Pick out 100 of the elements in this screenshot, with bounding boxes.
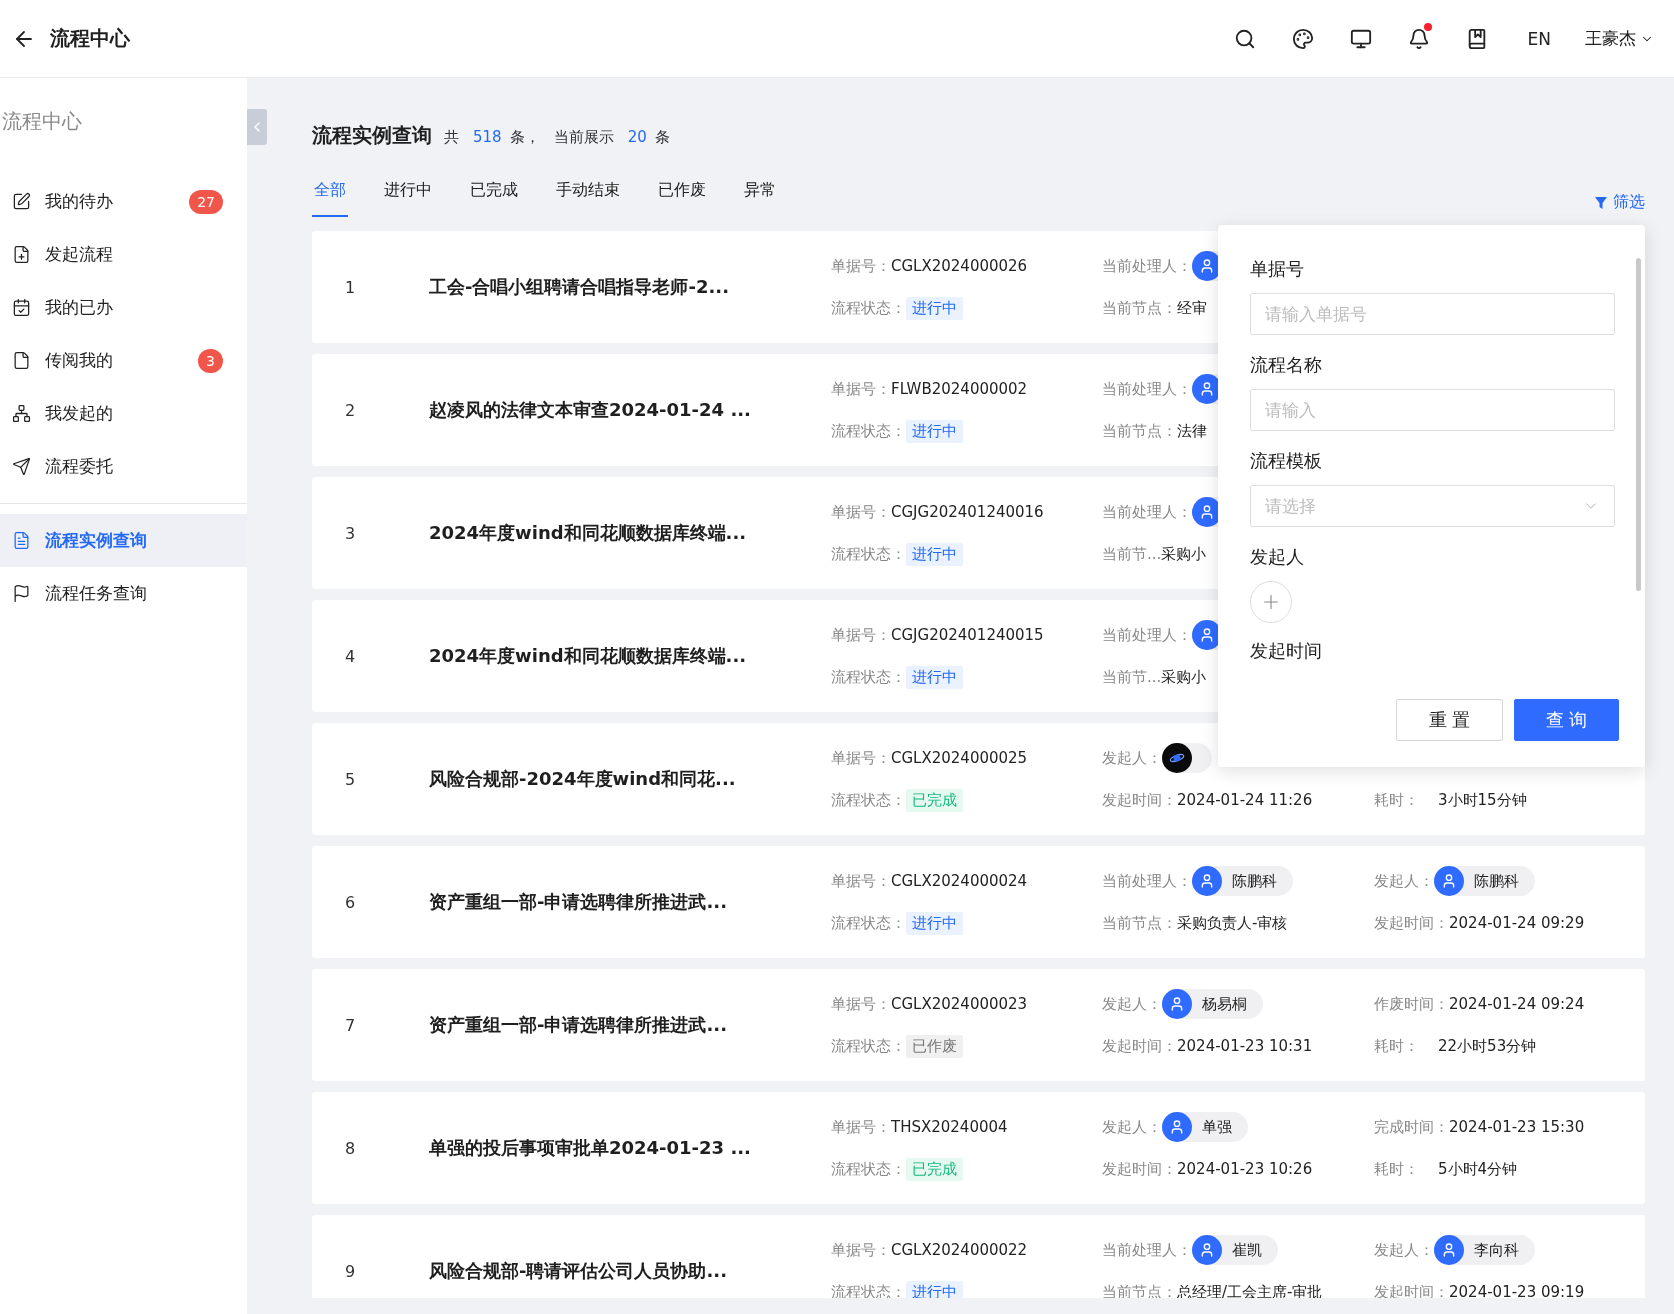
document-number: THSX20240004: [891, 1118, 1008, 1136]
process-title: 资产重组一部-申请选聘律所推进武...: [429, 1013, 728, 1037]
field-label: 单据号：: [831, 502, 891, 522]
field-value: 2024-01-23 09:19: [1449, 1283, 1585, 1298]
status-tag: 已完成: [906, 788, 963, 812]
process-title: 2024年度wind和同花顺数据库终端...: [429, 644, 748, 668]
field-label: 当前节点：: [1102, 298, 1177, 318]
status-tag: 进行中: [906, 296, 963, 320]
field-label: 耗时：: [1374, 1159, 1420, 1179]
document-number: CGLX2024000025: [891, 749, 1028, 767]
row-index: 7: [345, 1015, 357, 1035]
field-value: 采购小: [1161, 544, 1207, 564]
row-index: 9: [345, 1261, 357, 1281]
field-value: 2024-01-23 10:31: [1177, 1037, 1313, 1055]
field-label: 流程状态：: [831, 298, 906, 318]
status-tag: 进行中: [906, 419, 963, 443]
row-index: 4: [345, 646, 357, 666]
field-label: 单据号: [1250, 257, 1305, 281]
field-value: 总经理/工会主席-审批: [1177, 1282, 1323, 1298]
field-label: 单据号：: [831, 871, 891, 891]
field-label: 单据号：: [831, 379, 891, 399]
field-label: 流程状态：: [831, 1159, 906, 1179]
count-number: 518: [473, 128, 502, 146]
user-chip: 杨易桐: [1162, 989, 1263, 1019]
status-tag: 进行中: [906, 542, 963, 566]
field-label: 发起时间：: [1102, 1159, 1177, 1179]
field-label: 当前节...: [1102, 544, 1162, 564]
field-value: 2024-01-24 09:29: [1449, 914, 1585, 932]
field-label: 发起时间：: [1102, 1036, 1177, 1056]
process-title: 风险合规部-2024年度wind和同花...: [429, 767, 737, 791]
document-number: CGLX2024000022: [891, 1241, 1028, 1259]
document-number: FLWB2024000002: [891, 380, 1028, 398]
field-label: 发起人: [1250, 545, 1305, 569]
field-label: 当前处理人：: [1102, 1240, 1192, 1260]
user-chip: 李向科: [1434, 1235, 1535, 1265]
field-label: 流程状态：: [831, 913, 906, 933]
field-label: 发起人：: [1374, 871, 1434, 891]
field-label: 当前节...: [1102, 667, 1162, 687]
status-tag: 已作废: [906, 1034, 963, 1058]
field-label: 当前处理人：: [1102, 625, 1192, 645]
row-index: 1: [345, 277, 357, 297]
field-value: 3小时15分钟: [1438, 790, 1527, 810]
field-label: 发起时间：: [1374, 1282, 1449, 1298]
field-label: 流程状态：: [831, 667, 906, 687]
field-label: 流程状态：: [831, 1282, 906, 1298]
count-number: 20: [627, 128, 647, 146]
status-tag: 已完成: [906, 1157, 963, 1181]
field-label: 完成时间：: [1374, 1117, 1449, 1137]
app-title: 流程中心: [50, 25, 130, 52]
process-title: 单强的投后事项审批单2024-01-23 ...: [429, 1136, 752, 1160]
document-number: CGLX2024000023: [891, 995, 1028, 1013]
field-value: 采购小: [1161, 667, 1207, 687]
field-label: 耗时：: [1374, 1036, 1420, 1056]
process-title: 风险合规部-聘请评估公司人员协助...: [429, 1259, 728, 1283]
status-tag: 进行中: [906, 1280, 963, 1298]
process-title: 工会-合唱小组聘请合唱指导老师-2...: [429, 275, 730, 299]
field-value: 2024-01-24 09:24: [1449, 995, 1585, 1013]
status-tag: 进行中: [906, 911, 963, 935]
field-label: 发起人：: [1102, 1117, 1162, 1137]
field-label: 流程状态：: [831, 421, 906, 441]
field-label: 单据号：: [831, 748, 891, 768]
user-chip: 崔凯: [1192, 1235, 1278, 1265]
field-label: 发起人：: [1102, 748, 1162, 768]
user-chip: 陈鹏科: [1192, 866, 1293, 896]
summary-text: 当前展示: [553, 128, 614, 147]
field-label: 发起时间: [1250, 639, 1323, 663]
field-label: 发起人：: [1374, 1240, 1434, 1260]
process-title: 赵凌风的法律文本审查2024-01-24 ...: [429, 398, 752, 422]
field-value: 5小时4分钟: [1438, 1159, 1518, 1179]
field-label: 单据号：: [831, 256, 891, 276]
field-label: 单据号：: [831, 994, 891, 1014]
field-label: 发起人：: [1102, 994, 1162, 1014]
field-label: 流程状态：: [831, 544, 906, 564]
field-label: 单据号：: [831, 1240, 891, 1260]
process-title: 资产重组一部-申请选聘律所推进武...: [429, 890, 728, 914]
field-value: 经审: [1177, 298, 1207, 318]
field-label: 流程状态：: [831, 790, 906, 810]
count-badge: 27: [189, 189, 223, 214]
summary-text: 共: [444, 128, 459, 147]
process-title: 2024年度wind和同花顺数据库终端...: [429, 521, 748, 545]
row-index: 8: [345, 1138, 357, 1158]
field-value: 2024-01-24 11:26: [1177, 791, 1313, 809]
row-index: 6: [345, 892, 357, 912]
field-label: 发起时间：: [1374, 913, 1449, 933]
field-value: 法律: [1177, 421, 1207, 441]
field-label: 当前节点：: [1102, 913, 1177, 933]
field-label: 当前处理人：: [1102, 871, 1192, 891]
row-index: 3: [345, 523, 357, 543]
field-value: 2024-01-23 15:30: [1449, 1118, 1585, 1136]
sidebar-title: 流程中心: [1, 108, 83, 135]
summary-text: 条，: [509, 128, 540, 147]
field-value: 采购负责人-审核: [1177, 913, 1288, 933]
user-chip: 陈鹏科: [1434, 866, 1535, 896]
field-label: 当前节点：: [1102, 421, 1177, 441]
field-label: 单据号：: [831, 1117, 891, 1137]
row-index: 5: [345, 769, 357, 789]
field-label: 当前处理人：: [1102, 379, 1192, 399]
document-number: CGJG202401240015: [891, 626, 1044, 644]
document-number: CGLX2024000024: [891, 872, 1028, 890]
status-tag: 进行中: [906, 665, 963, 689]
